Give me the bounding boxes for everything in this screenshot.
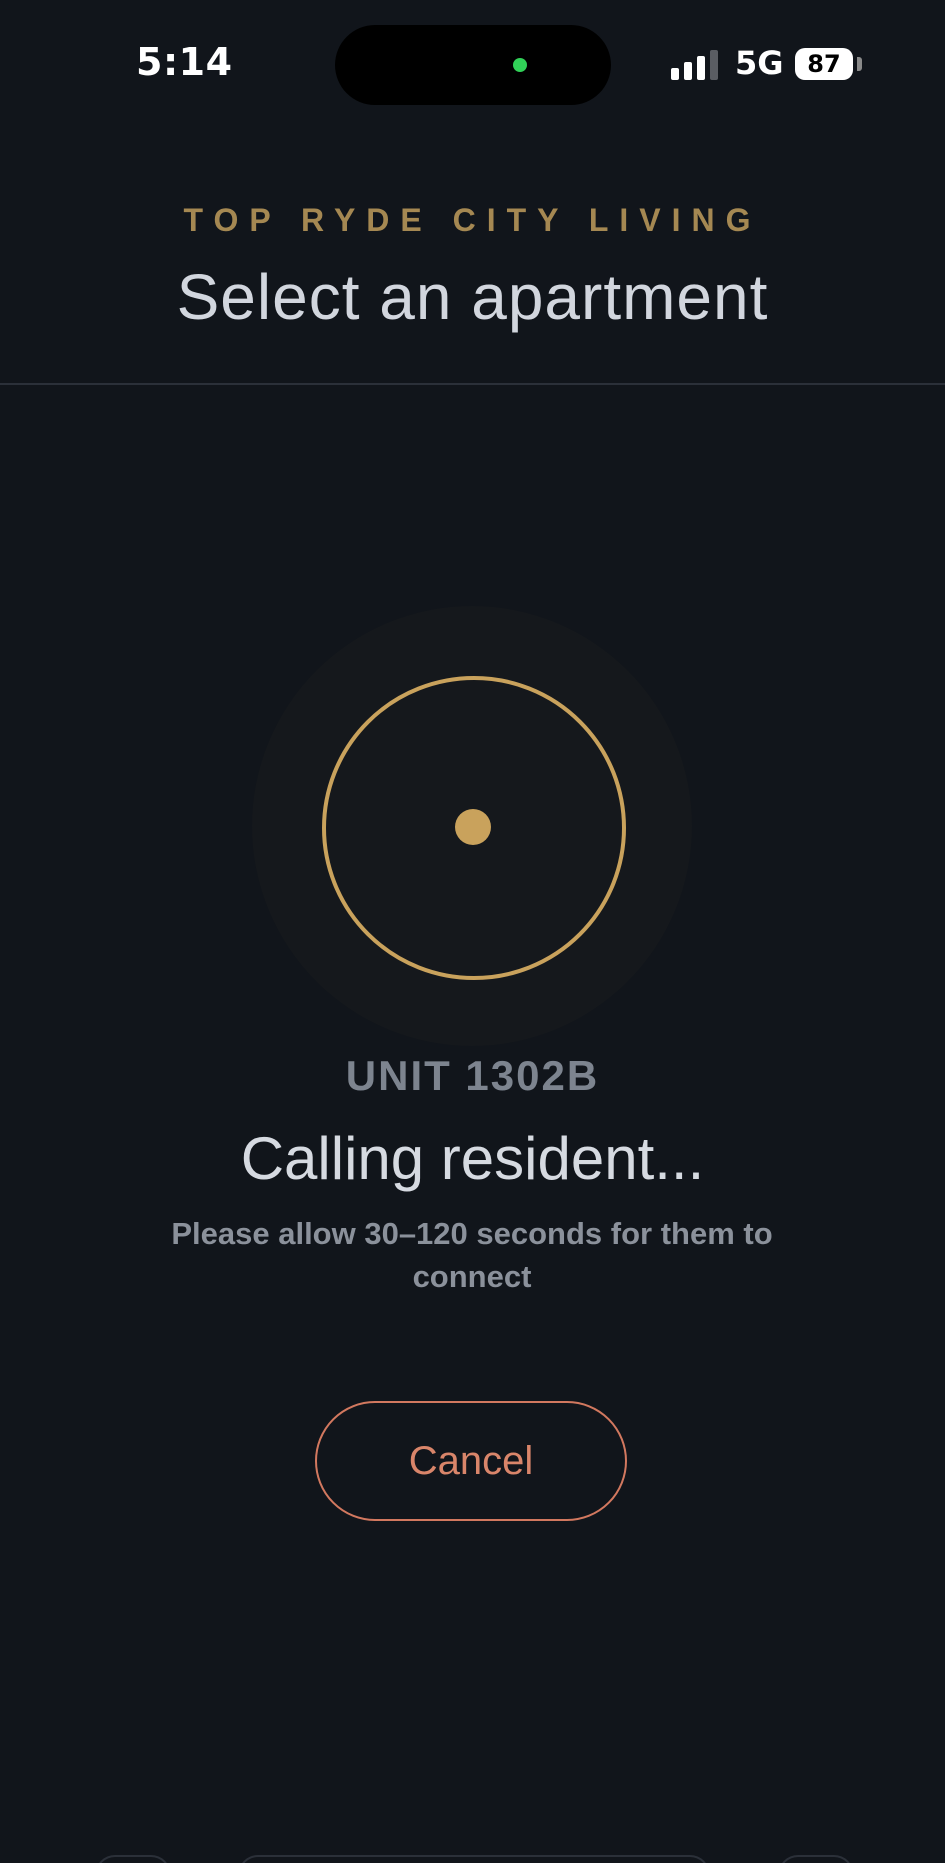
- bottom-nav-hint-right: [778, 1855, 854, 1863]
- network-type: 5G: [735, 44, 784, 82]
- privacy-indicator-dot: [513, 58, 527, 72]
- status-bar: 5:14 5G 87: [0, 0, 945, 128]
- battery-cap: [857, 57, 862, 71]
- status-time: 5:14: [136, 40, 233, 84]
- battery-level: 87: [807, 50, 841, 78]
- cancel-button[interactable]: Cancel: [315, 1401, 627, 1521]
- call-center-dot: [455, 809, 491, 845]
- call-status: Calling resident...: [240, 1125, 705, 1192]
- building-name: TOP RYDE CITY LIVING: [183, 202, 762, 238]
- header-divider: [0, 383, 945, 385]
- cellular-signal-icon: [671, 50, 719, 80]
- unit-label: UNIT 1302B: [345, 1052, 600, 1099]
- bottom-nav-hint-left: [95, 1855, 171, 1863]
- pulsing-ring-icon: [252, 606, 692, 1046]
- dynamic-island: [335, 25, 611, 105]
- bottom-nav-hint-center: [238, 1855, 710, 1863]
- page-title: Select an apartment: [176, 261, 769, 333]
- battery-icon: 87: [795, 48, 853, 80]
- page-header: TOP RYDE CITY LIVING Select an apartment: [0, 128, 945, 384]
- call-note: Please allow 30–120 seconds for them to …: [171, 1216, 773, 1294]
